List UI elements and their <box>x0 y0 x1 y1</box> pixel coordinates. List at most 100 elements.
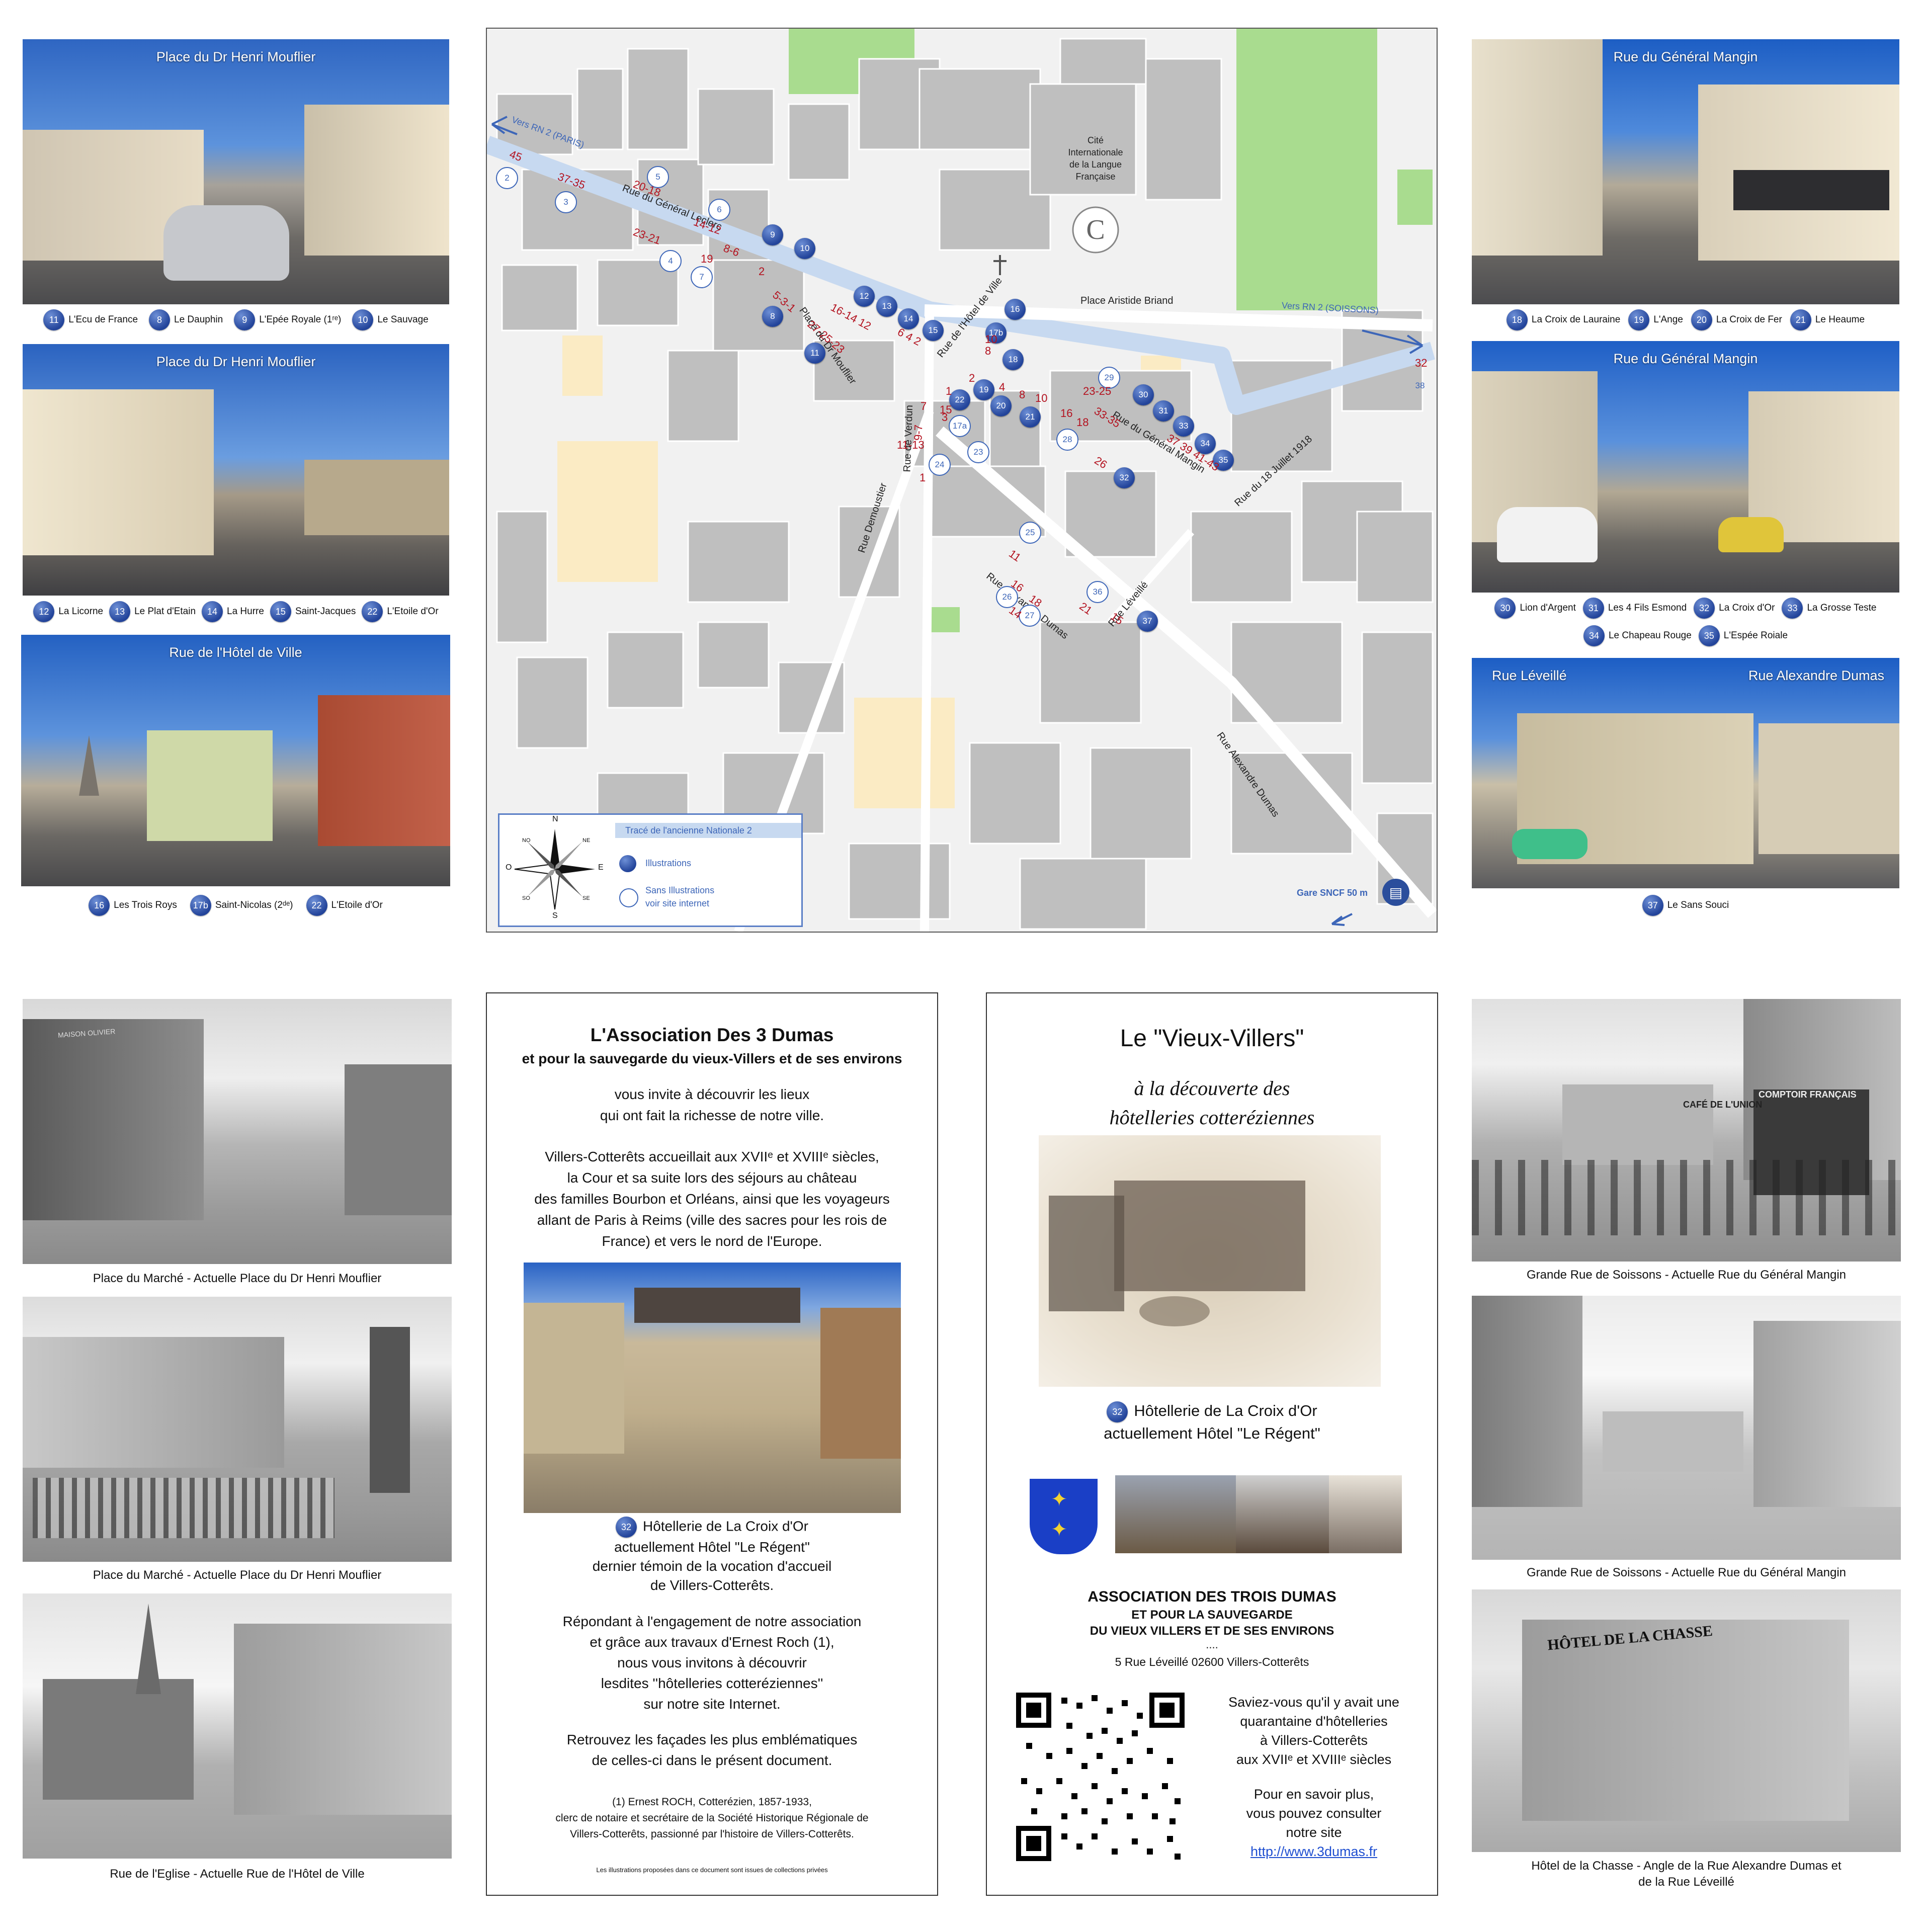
caption: 9 L'Epée Royale (1ʳᵉ) <box>234 309 341 330</box>
caption-label: La Croix d'Or <box>1719 603 1775 613</box>
compass-ne: NE <box>582 837 591 844</box>
caption-row: 37 Le Sans Souci <box>1472 893 1899 917</box>
caption-row: 30 Lion d'Argent 31 Les 4 Fils Esmond 32 La… <box>1472 596 1899 620</box>
cite-line: Cité <box>1087 135 1104 145</box>
photo-title: Rue du Général Mangin <box>1613 49 1758 64</box>
caption: 37 Le Sans Souci <box>1642 895 1729 916</box>
map-badge[interactable]: 10 <box>794 238 815 259</box>
caption-label: L'Etoile d'Or <box>387 606 439 617</box>
map-badge[interactable]: 18 <box>1002 349 1024 370</box>
caption: 11 L'Ecu de France <box>43 309 138 330</box>
map-badge[interactable]: 37 <box>1137 611 1158 632</box>
caption-label: Lion d'Argent <box>1520 603 1576 613</box>
map-badge-open[interactable]: 7 <box>691 266 713 288</box>
address: 5 Rue Léveillé 02600 Villers-Cotterêts <box>1115 1655 1309 1668</box>
compass-o: O <box>506 863 512 872</box>
number-badge: 20 <box>1691 309 1712 330</box>
map-badge[interactable]: 16 <box>1005 299 1026 320</box>
number-badge: 32 <box>1107 1401 1128 1422</box>
text-line: Pour en savoir plus, <box>1253 1787 1374 1802</box>
info-text: Saviez-vous qu'il y avait une quarantain… <box>1203 1693 1425 1769</box>
map-badge[interactable]: 13 <box>876 296 897 317</box>
caption: 10 Le Sauvage <box>352 309 429 330</box>
map-badge-open[interactable]: 17a <box>949 415 971 437</box>
map-badge[interactable]: 21 <box>1020 406 1041 428</box>
map-badge[interactable]: 15 <box>923 320 944 341</box>
caption: 22 L'Etoile d'Or <box>306 895 383 916</box>
house-number: 23-25 <box>1083 385 1112 397</box>
map-badge-open[interactable]: 25 <box>1019 522 1041 544</box>
association-subtitle: et pour la sauvegarde du vieux-Villers e… <box>522 1051 902 1066</box>
map-badge[interactable]: 19 <box>973 379 994 400</box>
caption: 15 Saint-Jacques <box>270 601 356 622</box>
intro-text: vous invite à découvrir les lieux qui on… <box>487 1084 937 1126</box>
map-badge-open[interactable]: 23 <box>967 441 989 463</box>
caption-row: 18 La Croix de Lauraine 19 L'Ange 20 La Cro… <box>1472 308 1899 332</box>
compass-so: SO <box>522 895 530 901</box>
map-badge-open[interactable]: 38 <box>1410 376 1430 396</box>
map-badge-open[interactable]: 24 <box>929 454 951 476</box>
text-line: la Cour et sa suite lors des séjours au … <box>567 1170 857 1186</box>
caption-label: La Licorne <box>58 606 104 617</box>
portrait-photo <box>1236 1475 1329 1553</box>
map-badge-open[interactable]: 6 <box>708 199 730 221</box>
engraving-illustration <box>1039 1135 1381 1387</box>
text-line: lesdites ''hôtelleries cotteréziennes'' <box>601 1675 823 1691</box>
map-badge[interactable]: 33 <box>1173 415 1194 437</box>
map-badge-open[interactable]: 36 <box>1086 581 1109 603</box>
cover-subtitle: à la découverte des hôtelleries cotteréz… <box>987 1074 1437 1132</box>
qr-code[interactable] <box>1016 1693 1185 1861</box>
cite-line: de la Langue <box>1069 159 1122 170</box>
photo-caption: Grande Rue de Soissons - Actuelle Rue du… <box>1526 1566 1847 1579</box>
map-badge-open[interactable]: 3 <box>555 191 577 213</box>
map-badge-open[interactable]: 28 <box>1056 429 1078 451</box>
caption-label: La Hurre <box>227 606 264 617</box>
number-badge: 8 <box>149 309 171 330</box>
footnote: (1) Ernest ROCH, Cotterézien, 1857-1933,… <box>487 1794 937 1842</box>
number-badge: 19 <box>1628 309 1650 330</box>
text-line: qui ont fait la richesse de notre ville. <box>600 1108 824 1123</box>
caption-label: Saint-Jacques <box>295 606 356 617</box>
number-badge: 32 <box>1694 598 1715 619</box>
house-number: 2 <box>969 372 975 384</box>
map-badge[interactable]: 32 <box>1114 467 1135 488</box>
shop-sign: COMPTOIR FRANÇAIS <box>1759 1089 1857 1100</box>
caption-label: Le Plat d'Etain <box>134 606 196 617</box>
caption-line: 32 Hôtellerie de La Croix d'Or <box>487 1517 937 1538</box>
coat-of-arms: ✦ ✦ <box>1030 1479 1098 1554</box>
caption: 31 Les 4 Fils Esmond <box>1582 598 1687 619</box>
map-badge[interactable]: 11 <box>804 343 825 364</box>
map-badge[interactable]: 8 <box>762 306 783 327</box>
photo-place-marche-1: MAISON OLIVIER <box>23 999 452 1264</box>
website-text: Pour en savoir plus, vous pouvez consult… <box>1203 1785 1425 1861</box>
train-icon: ▤ <box>1382 879 1409 906</box>
house-number: 4 <box>999 381 1006 393</box>
website-link[interactable]: http://www.3dumas.fr <box>1203 1842 1425 1861</box>
caption: 20 La Croix de Fer <box>1691 309 1782 330</box>
caption-line: actuellement Hôtel "Le Régent" <box>1104 1424 1320 1442</box>
map-badge-open[interactable]: 4 <box>659 250 682 272</box>
subtitle-line: hôtelleries cotteréziennes <box>1109 1106 1315 1129</box>
map-badge[interactable]: 22 <box>949 389 970 410</box>
number-badge: 17b <box>190 895 211 916</box>
compass-s: S <box>552 911 558 920</box>
number-badge: 9 <box>234 309 256 330</box>
house-number: 16 <box>1060 407 1073 419</box>
map-badge[interactable]: 9 <box>762 224 783 245</box>
map-badge[interactable]: 30 <box>1133 384 1154 405</box>
map-badge-open[interactable]: 2 <box>496 167 518 189</box>
cover-caption: 32 Hôtellerie de La Croix d'Or actuelleme… <box>987 1400 1437 1445</box>
caption-label: L'Ange <box>1653 314 1683 325</box>
text-line: Retrouvez les façades les plus emblémati… <box>566 1732 858 1747</box>
caption-text: Hôtellerie de La Croix d'Or <box>1134 1402 1317 1419</box>
house-number: 15 <box>940 403 952 416</box>
text-line: clerc de notaire et secrétaire de la Soc… <box>555 1812 869 1824</box>
number-badge: 37 <box>1642 895 1663 916</box>
text-line: Villers-Cotterêts, passionné par l'histo… <box>570 1828 854 1840</box>
map-badge[interactable]: 20 <box>990 395 1012 416</box>
caption-line: Hôtel de la Chasse - Angle de la Rue Ale… <box>1531 1859 1842 1873</box>
map-badge[interactable]: 12 <box>854 286 875 307</box>
number-badge: 22 <box>306 895 327 916</box>
map-badge[interactable]: 31 <box>1153 400 1174 422</box>
caption-label: L'Epée Royale (1ʳᵉ) <box>259 314 342 325</box>
